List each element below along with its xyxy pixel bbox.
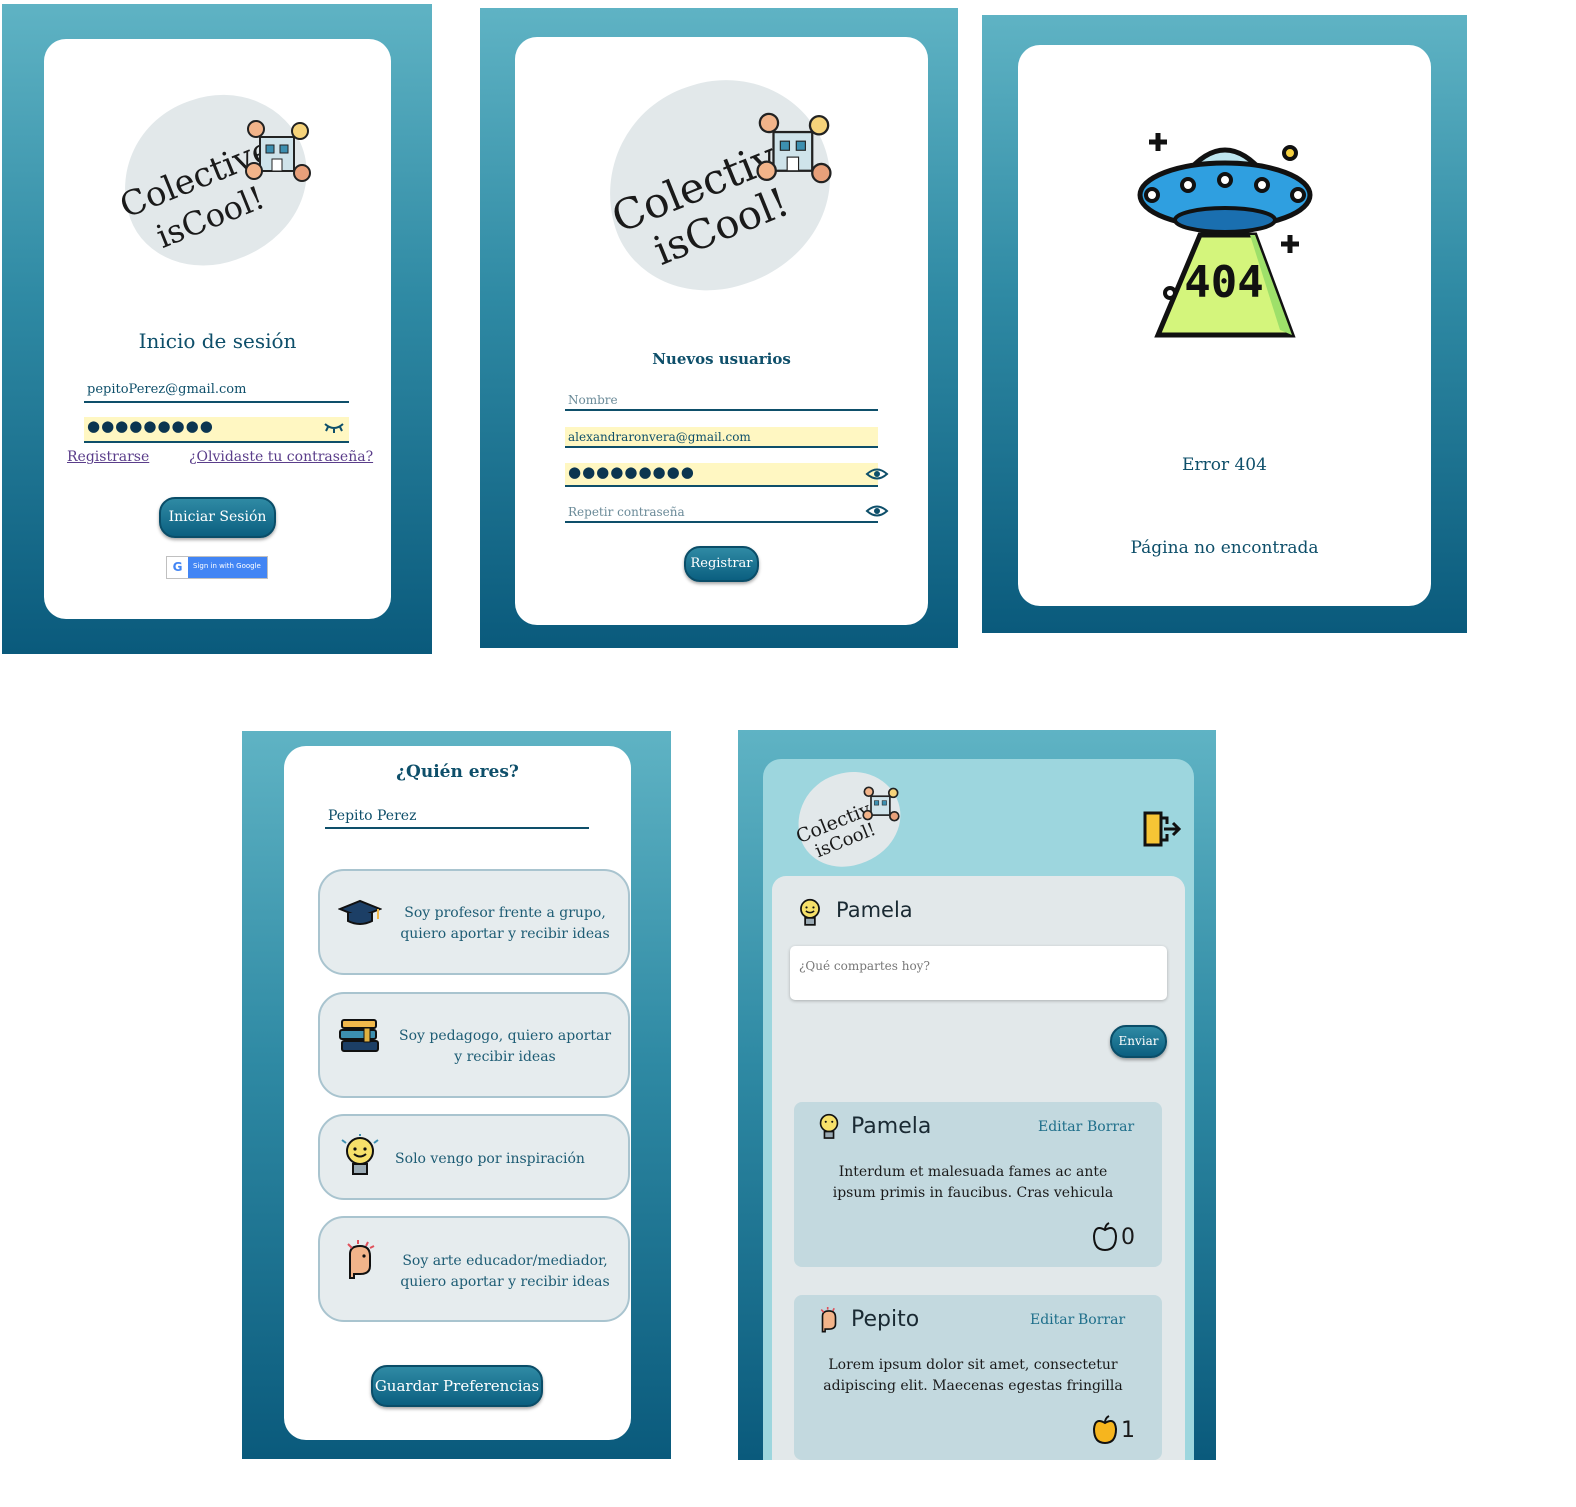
repeat-password-placeholder: Repetir contraseña xyxy=(568,505,685,519)
edit-link[interactable]: Editar xyxy=(1038,1119,1082,1135)
option-inspiration-label: Solo vengo por inspiración xyxy=(395,1151,585,1167)
artist-head-icon xyxy=(347,1240,375,1279)
option-pedagogue-line2: y recibir ideas xyxy=(454,1049,556,1065)
repeat-password-field[interactable]: Repetir contraseña xyxy=(565,501,878,523)
error-subtitle: Página no encontrada xyxy=(1130,538,1319,558)
google-signin-button[interactable]: G Sign in with Google xyxy=(166,556,268,579)
register-card: Colective isCool! Nuevos usuarios Nombre… xyxy=(515,37,928,625)
google-signin-label: Sign in with Google xyxy=(193,562,261,570)
password-field[interactable]: ●●●●●●●●● xyxy=(84,417,349,443)
register-button[interactable]: Registrar xyxy=(684,546,759,582)
email-field[interactable]: alexandraronvera@gmail.com xyxy=(565,427,878,448)
option-pedagogue[interactable]: Soy pedagogo, quiero aportar y recibir i… xyxy=(318,992,630,1098)
post-body-line1: Interdum et malesuada fames ac ante xyxy=(838,1164,1108,1180)
school-people-icon xyxy=(862,786,900,822)
login-screen: Colective isCool! Inicio de sesión pepit… xyxy=(2,4,432,654)
register-screen: Colective isCool! Nuevos usuarios Nombre… xyxy=(480,8,958,648)
error-screen: 404 Error 404 Página no encontrada xyxy=(982,15,1467,633)
logout-icon[interactable] xyxy=(1142,810,1182,848)
post-card: Pamela Editar Borrar Interdum et malesua… xyxy=(794,1102,1162,1267)
save-preferences-button[interactable]: Guardar Preferencias xyxy=(371,1365,543,1407)
google-icon: G xyxy=(167,557,188,578)
option-inspiration[interactable]: Solo vengo por inspiración xyxy=(318,1114,630,1200)
ufo-404-icon: 404 xyxy=(1137,133,1313,338)
lightbulb-icon xyxy=(800,898,820,926)
password-field[interactable]: ●●●●●●●●● xyxy=(565,463,878,487)
eye-icon[interactable] xyxy=(865,502,889,520)
email-field[interactable]: pepitoPerez@gmail.com xyxy=(84,379,349,403)
login-button[interactable]: Iniciar Sesión xyxy=(159,497,276,538)
option-art-educator-line2: quiero aportar y recibir ideas xyxy=(400,1274,610,1290)
like-count: 1 xyxy=(1121,1418,1135,1443)
school-people-icon xyxy=(756,112,832,184)
ufo-404-text: 404 xyxy=(1184,257,1263,308)
post-author: Pepito xyxy=(851,1307,920,1332)
post-card: Pepito Editar Borrar Lorem ipsum dolor s… xyxy=(794,1295,1162,1460)
forgot-password-link[interactable]: ¿Olvidaste tu contraseña? xyxy=(189,449,373,465)
option-pedagogue-line1: Soy pedagogo, quiero aportar xyxy=(398,1028,612,1044)
name-placeholder: Nombre xyxy=(568,393,618,407)
lightbulb-icon xyxy=(341,1134,379,1175)
lightbulb-icon xyxy=(819,1113,839,1139)
page-title: ¿Quién eres? xyxy=(396,762,519,782)
option-teacher-line2: quiero aportar y recibir ideas xyxy=(400,926,610,942)
option-art-educator[interactable]: Soy arte educador/mediador, quiero aport… xyxy=(318,1216,630,1322)
eye-closed-icon[interactable] xyxy=(323,421,345,435)
password-mask: ●●●●●●●●● xyxy=(87,417,214,435)
page-title: Inicio de sesión xyxy=(138,329,297,353)
delete-link[interactable]: Borrar xyxy=(1078,1312,1125,1328)
apple-filled-icon[interactable] xyxy=(1092,1415,1118,1445)
post-body-line1: Lorem ipsum dolor sit amet, consectetur xyxy=(828,1357,1118,1373)
register-link[interactable]: Registrarse xyxy=(67,449,149,465)
error-card: 404 Error 404 Página no encontrada xyxy=(1018,45,1431,606)
graduation-cap-icon xyxy=(338,899,382,925)
page-title: Nuevos usuarios xyxy=(652,350,791,368)
like-count: 0 xyxy=(1121,1225,1135,1250)
option-teacher[interactable]: Soy profesor frente a grupo, quiero apor… xyxy=(318,869,630,975)
apple-outline-icon[interactable] xyxy=(1092,1222,1118,1252)
eye-icon[interactable] xyxy=(865,465,889,483)
error-title: Error 404 xyxy=(1182,455,1267,475)
send-button[interactable]: Enviar xyxy=(1110,1025,1167,1058)
login-card: Colective isCool! Inicio de sesión pepit… xyxy=(44,39,391,619)
artist-head-icon xyxy=(820,1307,837,1333)
post-author: Pamela xyxy=(851,1114,932,1139)
post-body-line2: adipiscing elit. Maecenas egestas fringi… xyxy=(823,1378,1123,1394)
name-field[interactable]: Nombre xyxy=(565,389,878,411)
school-people-icon xyxy=(245,120,311,182)
compose-placeholder: ¿Qué compartes hoy? xyxy=(799,959,930,973)
post-body-line2: ipsum primis in faucibus. Cras vehicula xyxy=(832,1185,1114,1201)
delete-link[interactable]: Borrar xyxy=(1087,1119,1134,1135)
name-field[interactable]: Pepito Perez xyxy=(325,805,589,829)
books-icon xyxy=(339,1019,379,1052)
password-mask: ●●●●●●●●● xyxy=(568,463,695,481)
option-art-educator-line1: Soy arte educador/mediador, xyxy=(402,1253,608,1269)
current-user-name: Pamela xyxy=(836,898,913,922)
edit-link[interactable]: Editar xyxy=(1030,1312,1074,1328)
option-teacher-line1: Soy profesor frente a grupo, xyxy=(404,905,606,921)
compose-input[interactable]: ¿Qué compartes hoy? xyxy=(790,946,1167,1000)
